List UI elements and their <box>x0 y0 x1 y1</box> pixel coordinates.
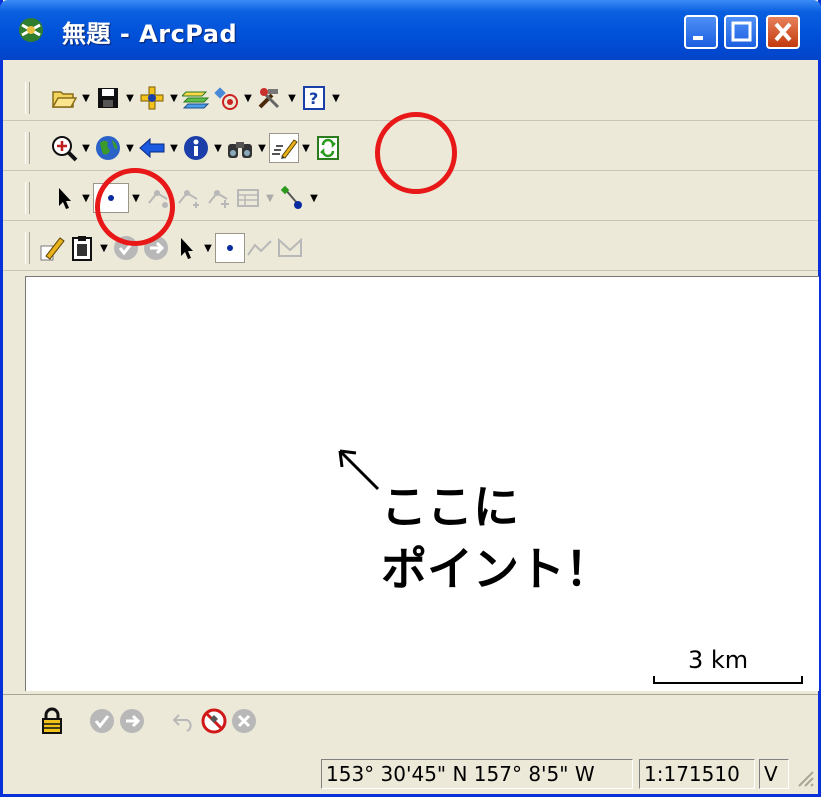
annotation-line-2: ポイント！ <box>381 542 611 596</box>
open-dropdown-icon[interactable]: ▼ <box>79 83 93 113</box>
close-button[interactable] <box>766 15 800 49</box>
zoom-in-icon[interactable] <box>49 133 79 163</box>
undo-icon <box>169 706 199 736</box>
status-bar: 153° 30'45" N 157° 8'5" W 1:171510 V <box>3 752 818 796</box>
navigation-toolbar: ▼ ▼ ▼ ▼ ▼ ▼ <box>3 126 818 171</box>
table-icon <box>233 183 263 213</box>
table-dropdown-icon: ▼ <box>266 192 274 204</box>
gps-vertex-icon[interactable] <box>277 183 307 213</box>
find-dropdown-icon[interactable]: ▼ <box>255 133 269 163</box>
select-dropdown-icon[interactable]: ▼ <box>79 183 93 213</box>
info-dropdown-icon[interactable]: ▼ <box>211 133 225 163</box>
add-layer-icon[interactable] <box>137 83 167 113</box>
minimize-button[interactable] <box>684 15 718 49</box>
add-layer-dropdown-icon[interactable]: ▼ <box>167 83 181 113</box>
zoom-dropdown-icon[interactable]: ▼ <box>79 133 93 163</box>
capture-toolbar: ▼ ▼ <box>3 226 818 271</box>
toolbar-grip[interactable] <box>25 82 30 114</box>
help-dropdown-icon[interactable]: ▼ <box>329 83 343 113</box>
resize-grip-icon[interactable] <box>795 768 815 788</box>
clipboard-icon[interactable] <box>67 233 97 263</box>
select-icon[interactable] <box>171 233 201 263</box>
toolbar-grip[interactable] <box>25 182 30 214</box>
help-icon[interactable]: ? <box>299 83 329 113</box>
svg-text:?: ? <box>309 89 318 108</box>
clipboard-dropdown-icon[interactable]: ▼ <box>97 233 111 263</box>
point-dropdown-icon[interactable]: ▼ <box>129 183 143 213</box>
toolbar-grip[interactable] <box>25 232 30 264</box>
polygon-icon <box>275 233 305 263</box>
open-icon[interactable] <box>49 83 79 113</box>
next-icon <box>141 233 171 263</box>
bottom-toolbar <box>3 694 818 749</box>
lock-icon[interactable] <box>37 706 67 736</box>
tools-icon[interactable] <box>255 83 285 113</box>
file-toolbar: ▼ ▼ ▼ ▼ ▼ ? ▼ <box>3 76 818 121</box>
back-dropdown-icon[interactable]: ▼ <box>167 133 181 163</box>
toolbar-grip[interactable] <box>25 132 30 164</box>
annotation-line-1: ここに <box>381 480 519 534</box>
pointer-arrow-icon <box>338 449 380 491</box>
vertex-add-icon <box>173 183 203 213</box>
window-title: 無題 - ArcPad <box>62 20 238 48</box>
coordinates-readout: 153° 30'45" N 157° 8'5" W <box>321 759 633 789</box>
polyline-icon <box>245 233 275 263</box>
ok-icon <box>87 706 117 736</box>
gps-off-icon[interactable] <box>199 706 229 736</box>
point-icon[interactable] <box>93 183 129 213</box>
vertex-icon <box>143 183 173 213</box>
maximize-button[interactable] <box>724 15 758 49</box>
globe-icon[interactable] <box>93 133 123 163</box>
mode-indicator: V <box>759 759 789 789</box>
ok-icon <box>111 233 141 263</box>
edit-toolbar: ▼ ▼ ▼ ▼ <box>3 176 818 221</box>
tools-dropdown-icon[interactable]: ▼ <box>285 83 299 113</box>
scale-bar-label: 3 km <box>688 646 749 674</box>
info-icon[interactable] <box>181 133 211 163</box>
gps-icon[interactable] <box>211 83 241 113</box>
find-icon[interactable] <box>225 133 255 163</box>
next-icon <box>117 706 147 736</box>
point-icon[interactable] <box>215 233 245 263</box>
vertex-move-icon <box>203 183 233 213</box>
title-bar[interactable]: 無題 - ArcPad <box>0 0 821 60</box>
save-dropdown-icon[interactable]: ▼ <box>123 83 137 113</box>
select-dropdown-icon[interactable]: ▼ <box>201 233 215 263</box>
save-icon[interactable] <box>93 83 123 113</box>
arcpad-window: 無題 - ArcPad ▼ ▼ ▼ ▼ ▼ ? ▼ ▼ ▼ ▼ ▼ ▼ ▼ ▼ … <box>0 0 821 797</box>
arcpad-app-icon <box>14 15 48 45</box>
globe-dropdown-icon[interactable]: ▼ <box>123 133 137 163</box>
edit-dropdown-icon[interactable]: ▼ <box>299 133 313 163</box>
scale-bar <box>653 676 803 684</box>
edit-pencil-icon[interactable] <box>269 133 299 163</box>
back-arrow-icon[interactable] <box>137 133 167 163</box>
select-arrow-icon[interactable] <box>49 183 79 213</box>
map-annotation: ここに ポイント！ <box>381 476 611 600</box>
edit-tool-icon[interactable] <box>37 233 67 263</box>
refresh-icon[interactable] <box>313 133 343 163</box>
gps-vertex-dropdown-icon[interactable]: ▼ <box>307 183 321 213</box>
gps-dropdown-icon[interactable]: ▼ <box>241 83 255 113</box>
cancel-icon <box>229 706 259 736</box>
map-scale-readout: 1:171510 <box>639 759 755 789</box>
layers-icon[interactable] <box>181 83 211 113</box>
